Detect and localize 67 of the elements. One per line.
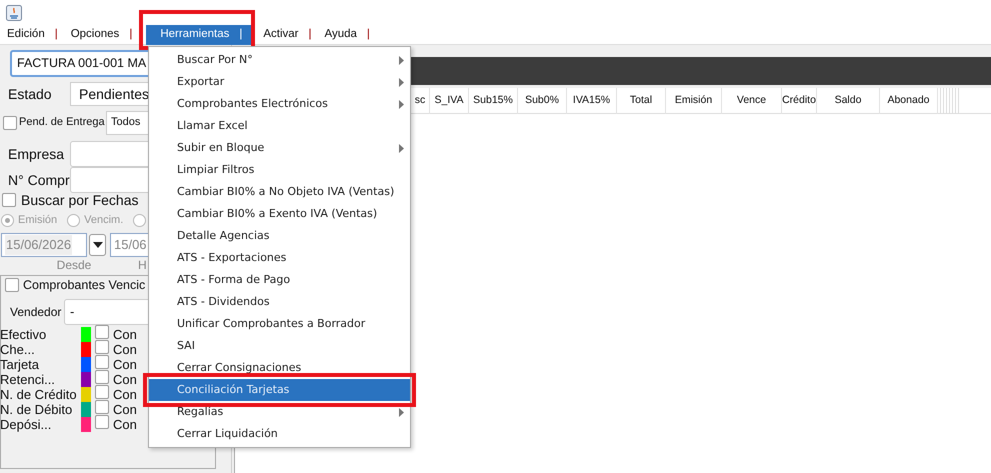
checkbox[interactable] (3, 116, 17, 130)
checkbox-label: Buscar por Fechas (21, 190, 138, 210)
payment-label: Depósi... (0, 418, 52, 431)
checkbox[interactable] (95, 370, 109, 384)
menu-item[interactable]: SAI (149, 335, 410, 357)
checkbox[interactable] (95, 384, 109, 399)
menu-item[interactable]: Detalle Agencias (149, 225, 410, 247)
column-header[interactable]: Total (617, 88, 666, 114)
column-header[interactable]: Emisión (666, 88, 722, 114)
date-label: H (138, 257, 147, 274)
checkbox[interactable] (2, 193, 16, 207)
payment-label: Che... (0, 343, 36, 356)
checkbox-label: Pend. de Entrega (19, 115, 104, 130)
field-label: Estado (7, 84, 53, 104)
column-header[interactable]: Abonado (880, 88, 938, 114)
checkbox[interactable] (95, 354, 109, 369)
menu-item[interactable]: Regalías (149, 401, 410, 423)
checkbox[interactable] (95, 400, 109, 414)
payment-label: Efectivo (0, 328, 48, 341)
menu-bar-item[interactable]: Edición | (0, 24, 64, 44)
menu-item[interactable]: Cambiar BI0% a Exento IVA (Ventas) (149, 203, 410, 225)
menu-item[interactable]: ATS - Exportaciones (149, 247, 410, 269)
menu-bar-item[interactable]: Opciones | (64, 24, 138, 44)
payment-label: N. de Débito (0, 403, 74, 416)
submenu-arrow-icon (399, 144, 404, 152)
radio-label: Vencim. (84, 212, 124, 228)
radio-label: Emisión (18, 212, 58, 228)
radio-button[interactable] (1, 214, 14, 226)
column-header[interactable]: Sub0% (518, 88, 567, 114)
menu-item[interactable]: Cerrar Consignaciones (149, 357, 410, 379)
menu-item[interactable]: Llamar Excel (149, 115, 410, 137)
column-header[interactable]: Crédito (782, 88, 817, 114)
submenu-arrow-icon (399, 78, 404, 86)
field-label: N° Compr. (7, 170, 70, 190)
field-label: Vendedor (9, 304, 62, 321)
submenu-arrow-icon (399, 408, 404, 416)
caret-icon (92, 242, 102, 248)
column-header[interactable]: Sub15% (469, 88, 518, 114)
app-icon (6, 4, 22, 20)
checkbox[interactable] (95, 414, 109, 429)
column-header[interactable]: Saldo (817, 88, 880, 114)
menu-item[interactable]: ATS - Forma de Pago (149, 269, 410, 291)
menu-bar-item[interactable]: Activar | (256, 24, 318, 44)
submenu-arrow-icon (399, 56, 404, 64)
menu-item[interactable]: Limpiar Filtros (149, 159, 410, 181)
column-header[interactable]: IVA15% (567, 88, 617, 114)
menu-item[interactable]: Cerrar Liquidación (149, 423, 410, 445)
column-header[interactable]: Vence (722, 88, 782, 114)
menu-item[interactable]: Conciliación Tarjetas (149, 379, 410, 401)
checkbox[interactable] (95, 324, 109, 339)
date-picker-button[interactable] (89, 234, 106, 256)
menu-bar-item[interactable]: Herramientas | (146, 24, 252, 44)
menu-item[interactable]: Cambiar BI0% a No Objeto IVA (Ventas) (149, 181, 410, 203)
checkbox-label: Comprobantes Vencic (23, 276, 146, 294)
payment-label: Tarjeta (0, 358, 40, 371)
field-label: Empresa (7, 144, 66, 164)
radio-button[interactable] (67, 214, 80, 226)
menu-bar-item[interactable]: Ayuda | (318, 24, 376, 44)
column-header[interactable]: S_IVA (430, 88, 469, 114)
submenu-arrow-icon (399, 100, 404, 108)
checkbox[interactable] (5, 278, 19, 292)
radio-button[interactable] (133, 214, 146, 226)
payment-label: N. de Crédito (0, 388, 78, 401)
date-label: Desde (56, 257, 92, 274)
payment-label: Retenci... (0, 373, 56, 386)
menu-item[interactable]: Subir en Bloque (149, 137, 410, 159)
checkbox[interactable] (95, 340, 109, 354)
